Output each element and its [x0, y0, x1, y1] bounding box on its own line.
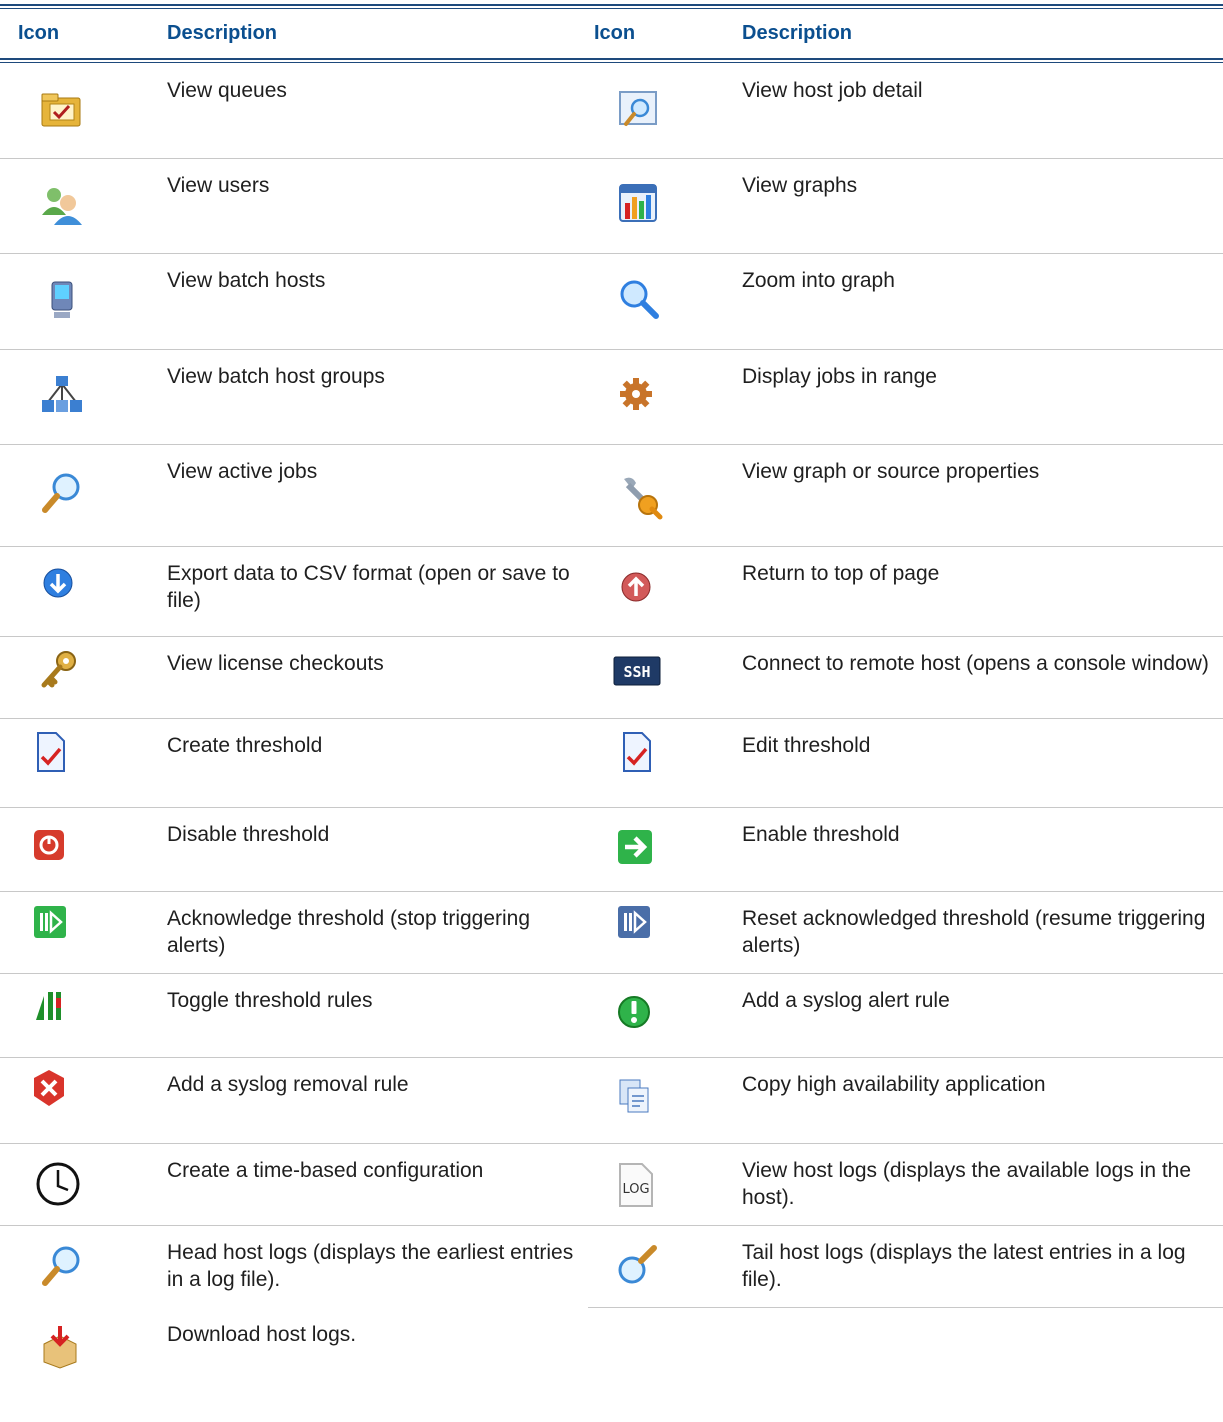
remove-red-x-icon: [24, 1064, 76, 1114]
magnifier-icon: [36, 469, 88, 519]
table-row: SSH Connect to remote host (opens a cons…: [588, 637, 1223, 719]
log-file-label: LOG: [622, 1182, 649, 1197]
row-description: Enable threshold: [742, 823, 900, 846]
threshold-document-icon: [24, 727, 76, 777]
ssh-console-icon: SSH: [612, 651, 664, 691]
table-row: Download host logs.: [0, 1308, 612, 1408]
table-row: Disable threshold: [0, 808, 612, 892]
right-column: View host job detail View graphs Zoom in…: [588, 0, 1223, 1422]
graph-icon: [612, 179, 664, 229]
row-description: View license checkouts: [167, 652, 384, 675]
tail-magnifier-icon: [614, 1240, 666, 1290]
toggle-bars-icon: [24, 980, 76, 1030]
magnifier-icon: [36, 1242, 88, 1292]
row-description: Toggle threshold rules: [167, 989, 373, 1012]
table-row: View graphs: [588, 159, 1223, 254]
row-description: View host logs (displays the available l…: [742, 1159, 1192, 1209]
table-row: Create threshold: [0, 719, 612, 808]
host-job-detail-icon: [612, 86, 664, 136]
row-description: Display jobs in range: [742, 365, 937, 388]
row-description: View users: [167, 174, 270, 197]
row-description: Create threshold: [167, 734, 323, 757]
left-column: View queues View users View batch hosts …: [0, 0, 612, 1422]
row-description: View queues: [167, 79, 287, 102]
row-description: Acknowledge threshold (stop triggering a…: [167, 907, 531, 957]
table-row: Enable threshold: [588, 808, 1223, 892]
icon-reference-table: Icon Description Icon Description View q…: [0, 0, 1223, 1422]
table-row: Edit threshold: [588, 719, 1223, 808]
gear-icon: [612, 370, 664, 420]
copy-pages-icon: [610, 1072, 662, 1122]
row-description: Copy high availability application: [742, 1073, 1046, 1096]
table-row: Add a syslog removal rule: [0, 1058, 612, 1144]
table-row: Acknowledge threshold (stop triggering a…: [0, 892, 612, 974]
batch-host-icon: [36, 274, 88, 324]
syslog-alert-icon: [610, 988, 662, 1038]
table-row: View users: [0, 159, 612, 254]
reset-acknowledge-icon: [610, 898, 662, 948]
table-row: View host job detail: [588, 64, 1223, 159]
row-description: Return to top of page: [742, 562, 940, 585]
table-row: Zoom into graph: [588, 254, 1223, 350]
table-row: Display jobs in range: [588, 350, 1223, 445]
threshold-document-icon: [610, 727, 662, 777]
acknowledge-green-icon: [24, 898, 76, 948]
table-row: Tail host logs (displays the latest entr…: [588, 1226, 1223, 1308]
table-row: Create a time-based configuration: [0, 1144, 612, 1226]
table-row: View graph or source properties: [588, 445, 1223, 547]
row-description: Add a syslog alert rule: [742, 989, 950, 1012]
row-description: Add a syslog removal rule: [167, 1073, 409, 1096]
row-description: View batch host groups: [167, 365, 385, 388]
table-row: View license checkouts: [0, 637, 612, 719]
row-description: Download host logs.: [167, 1323, 357, 1346]
row-description: View active jobs: [167, 460, 318, 483]
table-row: LOG View host logs (displays the availab…: [588, 1144, 1223, 1226]
table-row: Add a syslog alert rule: [588, 974, 1223, 1058]
row-description: View host job detail: [742, 79, 923, 102]
queue-folder-icon: [36, 84, 88, 134]
ssh-console-label: SSH: [623, 663, 650, 681]
download-box-icon: [36, 1322, 88, 1372]
row-description: View graphs: [742, 174, 858, 197]
users-icon: [36, 179, 88, 229]
row-description: Head host logs (displays the earliest en…: [167, 1241, 574, 1291]
table-row: Toggle threshold rules: [0, 974, 612, 1058]
row-description: View batch hosts: [167, 269, 326, 292]
export-down-arrow-icon: [36, 559, 88, 609]
table-row: View active jobs: [0, 445, 612, 547]
row-description: Export data to CSV format (open or save …: [167, 562, 570, 612]
row-description: Tail host logs (displays the latest entr…: [742, 1241, 1186, 1291]
table-row: Reset acknowledged threshold (resume tri…: [588, 892, 1223, 974]
zoom-icon: [614, 274, 666, 324]
return-up-arrow-icon: [612, 563, 664, 613]
table-row: View queues: [0, 64, 612, 159]
table-row: Head host logs (displays the earliest en…: [0, 1226, 612, 1308]
log-file-icon: LOG: [610, 1160, 662, 1210]
row-description: Edit threshold: [742, 734, 871, 757]
wrench-magnifier-icon: [614, 471, 666, 521]
table-row: View batch host groups: [0, 350, 612, 445]
enable-arrow-icon: [610, 824, 662, 874]
row-description: Reset acknowledged threshold (resume tri…: [742, 907, 1206, 957]
table-row: Copy high availability application: [588, 1058, 1223, 1144]
key-icon: [36, 645, 88, 695]
clock-icon: [34, 1160, 86, 1210]
host-group-icon: [36, 370, 88, 420]
row-description: Disable threshold: [167, 823, 330, 846]
table-row: Export data to CSV format (open or save …: [0, 547, 612, 637]
row-description: View graph or source properties: [742, 460, 1040, 483]
row-description: Zoom into graph: [742, 269, 895, 292]
disable-power-icon: [24, 822, 76, 872]
table-row: Return to top of page: [588, 547, 1223, 637]
row-description: Create a time-based configuration: [167, 1159, 484, 1182]
row-description: Connect to remote host (opens a console …: [742, 652, 1209, 675]
table-row: View batch hosts: [0, 254, 612, 350]
